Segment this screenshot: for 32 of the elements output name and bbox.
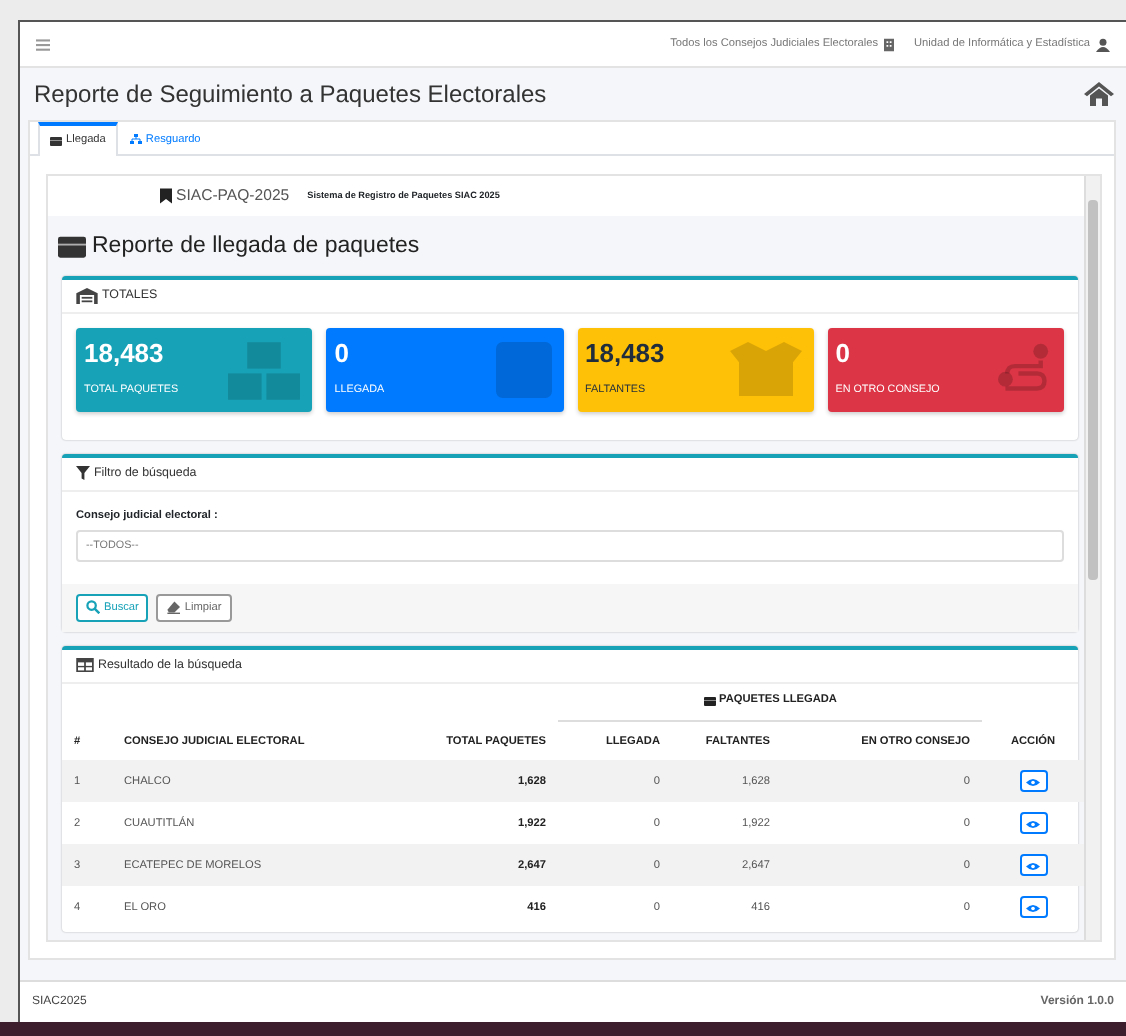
route-icon <box>996 341 1052 394</box>
box-icon <box>58 233 86 258</box>
boxes-icon <box>228 341 301 400</box>
table-icon <box>76 658 94 673</box>
view-button[interactable] <box>1019 770 1048 793</box>
box-icon <box>495 341 551 398</box>
page-title: Reporte de Seguimiento a Paquetes Electorales <box>34 80 549 108</box>
eye-icon <box>1026 861 1041 871</box>
stat-value: 0 <box>334 337 349 368</box>
stat-value: 18,483 <box>585 337 665 368</box>
eye-icon <box>1026 903 1041 913</box>
eraser-icon <box>166 600 181 615</box>
filter-icon <box>76 466 90 481</box>
view-button[interactable] <box>1019 896 1048 919</box>
home-icon[interactable] <box>1084 82 1114 106</box>
stat-value: 0 <box>835 337 850 368</box>
menu-icon[interactable] <box>36 37 50 51</box>
view-button[interactable] <box>1019 812 1048 835</box>
eye-icon <box>1026 777 1041 787</box>
report-title: Reporte de llegada de paquetes <box>92 233 420 258</box>
box-icon <box>50 135 62 146</box>
scrollbar[interactable] <box>1084 175 1100 940</box>
box-icon <box>703 695 716 706</box>
bookmark-icon <box>160 187 172 204</box>
warehouse-icon <box>76 287 98 304</box>
search-icon <box>86 600 100 615</box>
user-icon[interactable] <box>1096 37 1110 51</box>
building-icon <box>884 37 894 51</box>
stat-value: 18,483 <box>84 337 164 368</box>
sitemap-icon <box>129 134 142 145</box>
view-button[interactable] <box>1019 854 1048 877</box>
eye-icon <box>1026 819 1041 829</box>
